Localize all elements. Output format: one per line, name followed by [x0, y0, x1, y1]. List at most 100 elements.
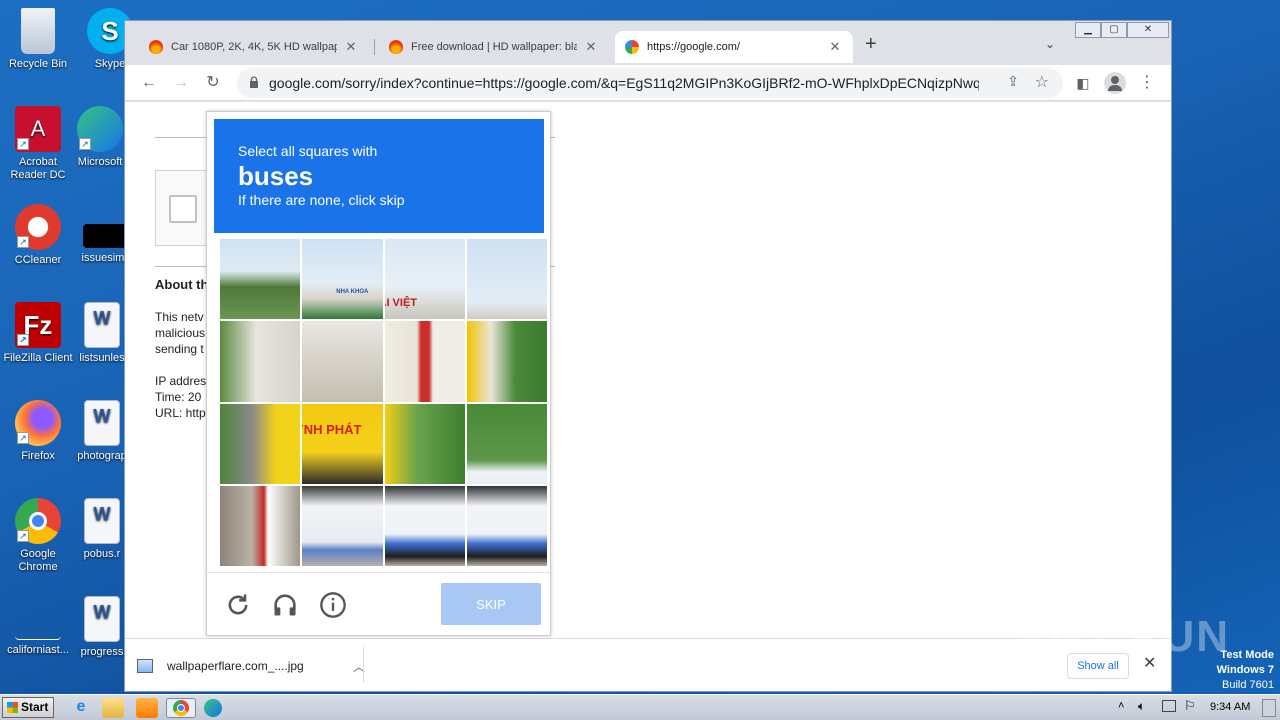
info-icon[interactable] — [319, 591, 347, 619]
desktop-icon-label: CCleaner — [14, 254, 62, 266]
desktop-icon-ccleaner[interactable]: ↗ CCleaner — [0, 204, 76, 267]
captcha-tile[interactable] — [466, 321, 547, 402]
share-icon[interactable]: ⇪ — [1007, 73, 1019, 90]
text-line: This netv — [155, 310, 204, 324]
captcha-tile[interactable] — [384, 403, 465, 484]
chevron-up-icon[interactable]: ˄ — [1118, 700, 1124, 712]
filezilla-icon: Fz ↗ — [15, 302, 61, 348]
captcha-tile[interactable] — [466, 485, 547, 566]
recaptcha-checkbox[interactable] — [169, 195, 197, 223]
captcha-tile[interactable] — [220, 485, 301, 566]
close-window-button[interactable]: ✕ — [1127, 22, 1169, 38]
close-icon[interactable]: ✕ — [827, 39, 843, 55]
side-panel-icon[interactable]: ◧ — [1071, 71, 1095, 95]
restore-button[interactable]: ▢ — [1101, 22, 1127, 38]
captcha-instruction: Select all squares with — [238, 143, 378, 159]
sign-text: AI VIỆT — [385, 297, 418, 309]
tab-car-wallpaper[interactable]: Car 1080P, 2K, 4K, 5K HD wallpaper ✕ — [139, 31, 369, 63]
about-heading: About th — [155, 277, 209, 292]
menu-icon[interactable]: ⋮ — [1135, 71, 1159, 95]
captcha-tile[interactable] — [302, 321, 383, 402]
text-line: URL: http — [155, 406, 206, 420]
tab-google[interactable]: https://google.com/ ✕ — [615, 31, 853, 63]
skip-button[interactable]: SKIP — [441, 583, 541, 625]
about-paragraph: This netv malicious sending t — [155, 309, 205, 357]
ie-icon[interactable]: e — [70, 698, 92, 718]
captcha-tile[interactable] — [466, 239, 547, 320]
text-line: malicious — [155, 326, 206, 340]
text-line: Test Mode — [1220, 649, 1274, 661]
toolbar: ← → ↻ google.com/sorry/index?continue=ht… — [125, 65, 1171, 101]
flag-icon[interactable]: ⚐ — [1184, 698, 1196, 714]
tab-search-button[interactable]: ⌄ — [1045, 37, 1055, 51]
download-item[interactable]: wallpaperflare.com_....jpg ︿ — [137, 651, 365, 681]
taskbar: Start e ˄ 🔈︎ ⚐ 9:34 AM — [0, 694, 1280, 720]
desktop-icon-recycle-bin[interactable]: Recycle Bin — [0, 8, 76, 71]
captcha-tile[interactable] — [384, 485, 465, 566]
tab-strip: Car 1080P, 2K, 4K, 5K HD wallpaper ✕ Fre… — [125, 21, 1171, 65]
network-icon[interactable] — [1162, 700, 1176, 712]
request-details: IP addres Time: 20 URL: http — [155, 373, 206, 421]
back-button[interactable]: ← — [137, 71, 161, 95]
captcha-tile[interactable]: NHA KHOA — [302, 239, 383, 320]
media-player-icon[interactable] — [136, 698, 158, 718]
tab-title: Free download | HD wallpaper: black — [411, 41, 577, 53]
explorer-icon[interactable] — [102, 698, 124, 718]
tab-title: Car 1080P, 2K, 4K, 5K HD wallpaper — [171, 41, 337, 53]
close-icon[interactable]: ✕ — [583, 39, 599, 55]
start-label: Start — [21, 700, 49, 714]
download-bar: wallpaperflare.com_....jpg ︿ Show all ✕ — [125, 638, 1171, 691]
word-document-icon: W — [84, 596, 120, 642]
text-line: IP addres — [155, 374, 207, 388]
chrome-taskbar-icon[interactable] — [166, 698, 196, 718]
edge-taskbar-icon[interactable] — [204, 699, 222, 717]
volume-icon[interactable]: 🔈︎ — [1138, 699, 1145, 714]
captcha-tile[interactable] — [302, 485, 383, 566]
recycle-bin-icon — [21, 8, 55, 54]
word-document-icon: W — [84, 302, 120, 348]
text-line: Windows 7 — [1216, 664, 1274, 676]
sign-text: NHA KHOA — [336, 289, 369, 295]
forward-button[interactable]: → — [169, 71, 193, 95]
text-line: Build 7601 — [1222, 679, 1274, 691]
desktop-icon-label: Skype — [94, 58, 126, 70]
new-tab-button[interactable]: + — [865, 33, 877, 56]
minimize-button[interactable]: ▁ — [1075, 22, 1101, 38]
start-button[interactable]: Start — [2, 697, 54, 718]
clock[interactable]: 9:34 AM — [1210, 701, 1250, 713]
lock-icon — [250, 76, 258, 88]
desktop-icon-label: Firefox — [21, 450, 55, 462]
profile-avatar-icon[interactable] — [1103, 71, 1127, 95]
captcha-tile[interactable]: AI VIỆT — [384, 239, 465, 320]
close-icon[interactable]: ✕ — [343, 39, 359, 55]
reload-button[interactable]: ↻ — [201, 71, 225, 95]
captcha-tile[interactable] — [220, 403, 301, 484]
show-desktop-button[interactable] — [1262, 699, 1276, 717]
address-bar[interactable]: google.com/sorry/index?continue=https://… — [237, 68, 1063, 98]
ccleaner-icon: ↗ — [15, 204, 61, 250]
word-document-icon: W — [84, 498, 120, 544]
word-document-icon: W — [84, 400, 120, 446]
system-tray: ˄ 🔈︎ ⚐ 9:34 AM — [1110, 695, 1280, 720]
headphones-icon[interactable] — [271, 591, 299, 619]
captcha-tile[interactable] — [384, 321, 465, 402]
file-icon — [83, 224, 129, 248]
desktop-icon-label: progress — [80, 646, 124, 658]
reload-icon[interactable] — [224, 591, 252, 619]
desktop-icon-label: Microsoft — [77, 156, 123, 168]
tab-separator — [374, 39, 375, 55]
bookmark-star-icon[interactable]: ☆ — [1035, 72, 1049, 92]
sign-text: HUỲNH PHÁT — [302, 421, 362, 437]
tab-free-download[interactable]: Free download | HD wallpaper: black ✕ — [379, 31, 609, 63]
desktop-icon-label: californiast... — [7, 644, 69, 656]
captcha-tile[interactable] — [220, 239, 301, 320]
windows-logo-icon — [7, 702, 18, 713]
captcha-tile[interactable] — [466, 403, 547, 484]
captcha-tile[interactable]: HUỲNH PHÁT — [302, 403, 383, 484]
download-filename: wallpaperflare.com_....jpg — [167, 659, 304, 673]
captcha-tile[interactable] — [220, 321, 301, 402]
desktop-icon-label: Google Chrome — [18, 548, 58, 573]
text-line: sending t — [155, 342, 204, 356]
tab-title: https://google.com/ — [647, 41, 740, 53]
captcha-image-grid: NHA KHOA AI VIỆT HUỲNH PHÁT — [220, 239, 547, 566]
